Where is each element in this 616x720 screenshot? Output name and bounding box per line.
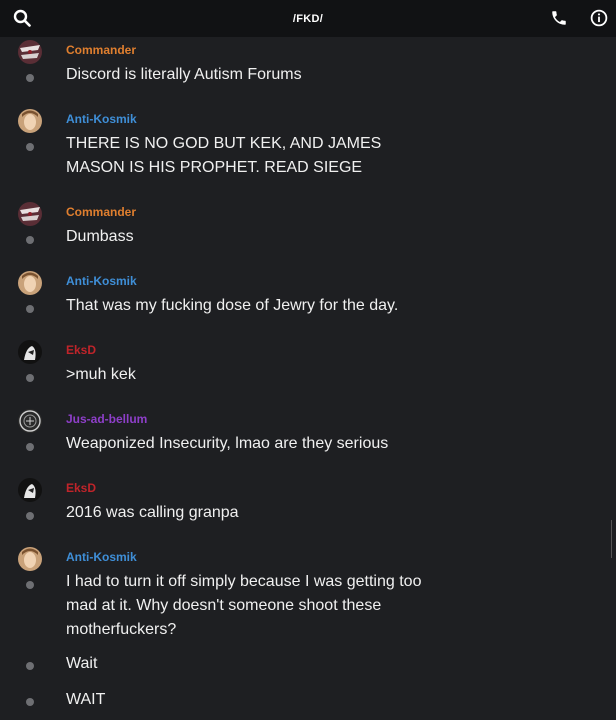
message-text: Wait — [66, 655, 98, 672]
eksd-avatar[interactable] — [18, 340, 42, 364]
message-text: motherfuckers? — [66, 621, 177, 638]
eksd-avatar[interactable] — [18, 478, 42, 502]
message-author[interactable]: Commander — [66, 205, 136, 219]
message-text: 2016 was calling granpa — [66, 504, 239, 521]
search-icon[interactable] — [12, 8, 32, 28]
message-author[interactable]: Anti-Kosmik — [66, 274, 137, 288]
message-bullet — [26, 662, 34, 670]
top-bar: /FKD/ — [0, 0, 616, 37]
message-text: WAIT — [66, 691, 106, 708]
commander-avatar[interactable] — [18, 202, 42, 226]
message-text: mad at it. Why doesn't someone shoot the… — [66, 597, 382, 614]
anti-kosmik-avatar[interactable] — [18, 109, 42, 133]
message-text: I had to turn it off simply because I wa… — [66, 573, 422, 590]
message-bullet — [26, 374, 34, 382]
jus-ad-bellum-avatar[interactable] — [18, 409, 42, 433]
message-text: Dumbass — [66, 228, 134, 245]
message-author[interactable]: Jus-ad-bellum — [66, 412, 147, 426]
anti-kosmik-avatar[interactable] — [18, 271, 42, 295]
commander-avatar[interactable] — [18, 40, 42, 64]
message-bullet — [26, 581, 34, 589]
message-bullet — [26, 305, 34, 313]
message-bullet — [26, 443, 34, 451]
scrollbar[interactable] — [611, 520, 615, 558]
message-text: That was my fucking dose of Jewry for th… — [66, 297, 399, 314]
message-text: THERE IS NO GOD BUT KEK, AND JAMES — [66, 135, 382, 152]
message-bullet — [26, 512, 34, 520]
message-text: Discord is literally Autism Forums — [66, 66, 302, 83]
message-bullet — [26, 74, 34, 82]
message-author[interactable]: EksD — [66, 343, 96, 357]
message-text: Weaponized Insecurity, lmao are they ser… — [66, 435, 389, 452]
message-feed[interactable]: Commander Discord is literally Autism Fo… — [0, 37, 616, 720]
phone-icon[interactable] — [549, 8, 569, 28]
message-bullet — [26, 698, 34, 706]
message-bullet — [26, 143, 34, 151]
anti-kosmik-avatar[interactable] — [18, 547, 42, 571]
channel-title: /FKD/ — [292, 12, 324, 25]
message-author[interactable]: Anti-Kosmik — [66, 112, 137, 126]
message-text: >muh kek — [66, 366, 136, 383]
message-author[interactable]: Anti-Kosmik — [66, 550, 137, 564]
message-author[interactable]: EksD — [66, 481, 96, 495]
message-author[interactable]: Commander — [66, 43, 136, 57]
info-icon[interactable] — [589, 8, 609, 28]
message-bullet — [26, 236, 34, 244]
message-text: MASON IS HIS PROPHET. READ SIEGE — [66, 159, 363, 176]
